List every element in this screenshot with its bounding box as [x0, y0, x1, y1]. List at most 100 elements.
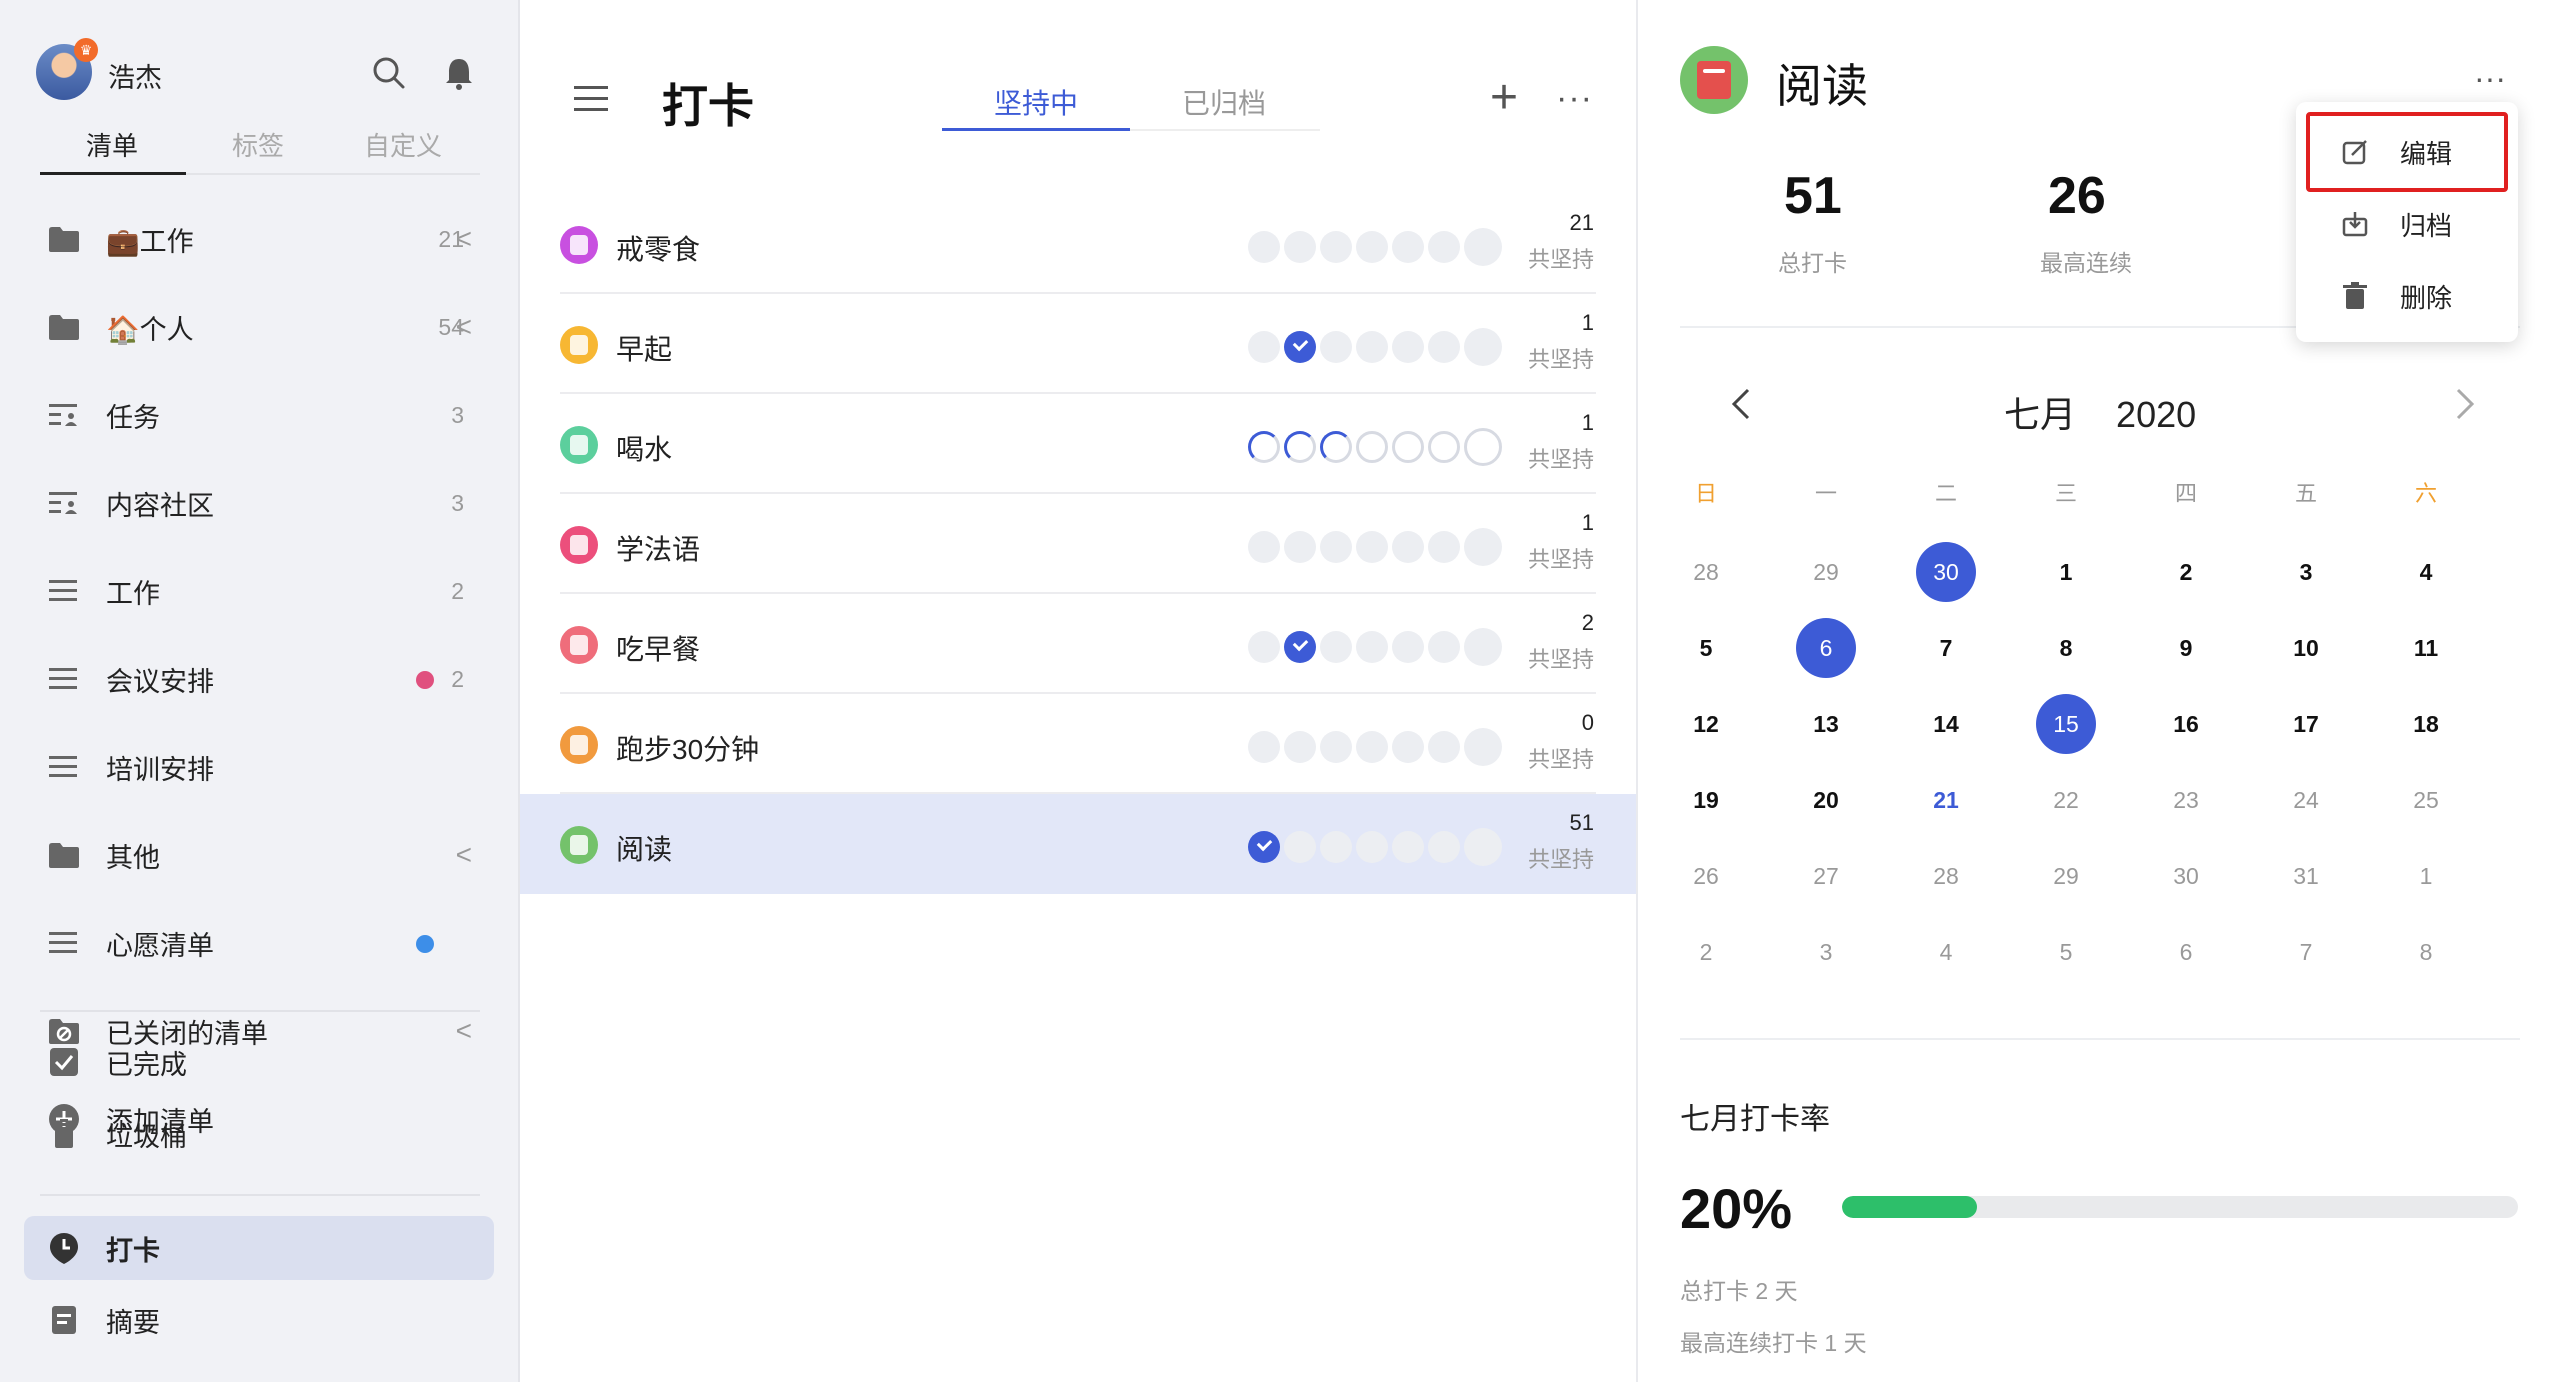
checkin-day[interactable]: [1464, 628, 1502, 666]
calendar-day[interactable]: 30: [2156, 846, 2216, 906]
menu-item-archive[interactable]: 归档: [2296, 188, 2518, 260]
calendar-day[interactable]: 21: [1916, 770, 1976, 830]
habit-row[interactable]: 喝水 1 共坚持: [520, 394, 1636, 494]
calendar-day[interactable]: 22: [2036, 770, 2096, 830]
calendar-day[interactable]: 28: [1916, 846, 1976, 906]
calendar-day[interactable]: 2: [2156, 542, 2216, 602]
calendar-day[interactable]: 1: [2036, 542, 2096, 602]
add-habit-button[interactable]: +: [1490, 68, 1518, 128]
calendar-day[interactable]: 17: [2276, 694, 2336, 754]
sidebar-item[interactable]: 内容社区 3: [24, 471, 494, 535]
bell-icon[interactable]: [440, 54, 478, 92]
checkin-day[interactable]: [1464, 528, 1502, 566]
calendar-day[interactable]: 20: [1796, 770, 1856, 830]
checkin-day[interactable]: [1248, 531, 1280, 563]
checkin-day[interactable]: [1392, 831, 1424, 863]
sidebar-item[interactable]: 已完成: [24, 1030, 494, 1094]
checkin-day[interactable]: [1428, 431, 1460, 463]
calendar-day[interactable]: 3: [1796, 922, 1856, 982]
checkin-day[interactable]: [1248, 731, 1280, 763]
checkin-day[interactable]: [1248, 431, 1280, 463]
checkin-day[interactable]: [1248, 831, 1280, 863]
chevron-left-icon[interactable]: <: [456, 223, 472, 255]
sidebar-item[interactable]: 垃圾桶: [24, 1102, 494, 1166]
calendar-day[interactable]: 6: [2156, 922, 2216, 982]
checkin-day[interactable]: [1392, 731, 1424, 763]
more-options-button[interactable]: ···: [1556, 68, 1593, 128]
tab-tags[interactable]: 标签: [232, 126, 284, 162]
prev-month-button[interactable]: [1726, 384, 1756, 434]
calendar-day[interactable]: 3: [2276, 542, 2336, 602]
calendar-day[interactable]: 29: [2036, 846, 2096, 906]
checkin-day[interactable]: [1284, 231, 1316, 263]
calendar-day[interactable]: 10: [2276, 618, 2336, 678]
sidebar-item[interactable]: 打卡: [24, 1216, 494, 1280]
checkin-day[interactable]: [1464, 728, 1502, 766]
checkin-day[interactable]: [1320, 331, 1352, 363]
checkin-day[interactable]: [1248, 231, 1280, 263]
checkin-day[interactable]: [1356, 831, 1388, 863]
calendar-day[interactable]: 19: [1676, 770, 1736, 830]
checkin-day[interactable]: [1356, 331, 1388, 363]
tab-archived-habits[interactable]: 已归档: [1182, 82, 1266, 122]
menu-item-delete[interactable]: 删除: [2296, 260, 2518, 332]
calendar-day[interactable]: 1: [2396, 846, 2456, 906]
search-icon[interactable]: [370, 54, 408, 92]
calendar-day[interactable]: 14: [1916, 694, 1976, 754]
sidebar-item[interactable]: 工作 2: [24, 559, 494, 623]
chevron-left-icon[interactable]: <: [456, 311, 472, 343]
checkin-day[interactable]: [1392, 231, 1424, 263]
tab-lists[interactable]: 清单: [86, 126, 138, 162]
checkin-day[interactable]: [1428, 531, 1460, 563]
checkin-day[interactable]: [1356, 231, 1388, 263]
checkin-day[interactable]: [1428, 631, 1460, 663]
sidebar-item[interactable]: 培训安排: [24, 735, 494, 799]
sidebar-item[interactable]: 心愿清单: [24, 911, 494, 975]
calendar-day[interactable]: 28: [1676, 542, 1736, 602]
calendar-day[interactable]: 2: [1676, 922, 1736, 982]
next-month-button[interactable]: [2450, 384, 2480, 434]
chevron-left-icon[interactable]: <: [456, 839, 472, 871]
checkin-day[interactable]: [1320, 431, 1352, 463]
menu-toggle-icon[interactable]: [574, 84, 610, 114]
checkin-day[interactable]: [1356, 731, 1388, 763]
calendar-day[interactable]: 30: [1916, 542, 1976, 602]
checkin-day[interactable]: [1284, 631, 1316, 663]
calendar-day[interactable]: 18: [2396, 694, 2456, 754]
checkin-day[interactable]: [1284, 531, 1316, 563]
checkin-day[interactable]: [1320, 831, 1352, 863]
checkin-day[interactable]: [1284, 431, 1316, 463]
sidebar-item[interactable]: 💼工作 21 <: [24, 207, 494, 271]
checkin-day[interactable]: [1392, 531, 1424, 563]
calendar-day[interactable]: 29: [1796, 542, 1856, 602]
calendar-day[interactable]: 8: [2396, 922, 2456, 982]
sidebar-item[interactable]: 摘要: [24, 1288, 494, 1352]
calendar-day[interactable]: 13: [1796, 694, 1856, 754]
calendar-day[interactable]: 12: [1676, 694, 1736, 754]
calendar-day[interactable]: 4: [2396, 542, 2456, 602]
sidebar-item[interactable]: 🏠个人 54 <: [24, 295, 494, 359]
habit-row[interactable]: 阅读 51 共坚持: [520, 794, 1636, 894]
checkin-day[interactable]: [1356, 431, 1388, 463]
habit-row[interactable]: 跑步30分钟 0 共坚持: [520, 694, 1636, 794]
calendar-day[interactable]: 31: [2276, 846, 2336, 906]
checkin-day[interactable]: [1392, 331, 1424, 363]
calendar-day[interactable]: 5: [2036, 922, 2096, 982]
calendar-day[interactable]: 6: [1796, 618, 1856, 678]
checkin-day[interactable]: [1464, 228, 1502, 266]
checkin-day[interactable]: [1248, 331, 1280, 363]
calendar-day[interactable]: 8: [2036, 618, 2096, 678]
habit-row[interactable]: 戒零食 21 共坚持: [520, 194, 1636, 294]
checkin-day[interactable]: [1428, 231, 1460, 263]
checkin-day[interactable]: [1428, 831, 1460, 863]
habit-row[interactable]: 早起 1 共坚持: [520, 294, 1636, 394]
calendar-day[interactable]: 27: [1796, 846, 1856, 906]
habit-row[interactable]: 学法语 1 共坚持: [520, 494, 1636, 594]
checkin-day[interactable]: [1428, 331, 1460, 363]
calendar-day[interactable]: 25: [2396, 770, 2456, 830]
username[interactable]: 浩杰: [108, 56, 162, 95]
sidebar-item[interactable]: 其他 <: [24, 823, 494, 887]
tab-custom[interactable]: 自定义: [364, 126, 442, 162]
calendar-day[interactable]: 7: [1916, 618, 1976, 678]
calendar-day[interactable]: 16: [2156, 694, 2216, 754]
